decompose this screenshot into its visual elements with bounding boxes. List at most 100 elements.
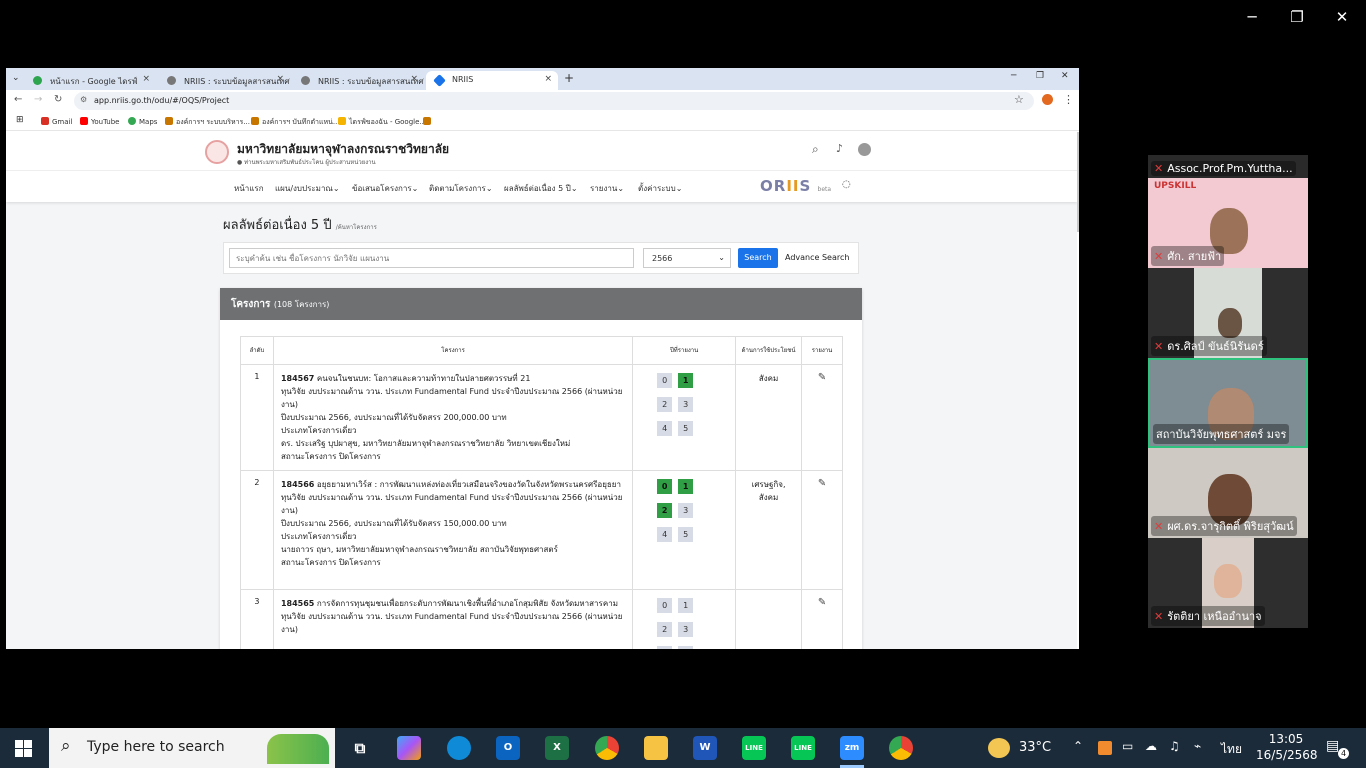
year-box[interactable]: 2 (657, 397, 673, 412)
outlook-icon[interactable]: O (496, 736, 520, 760)
minimize-button[interactable]: ─ (1232, 8, 1272, 26)
year-box[interactable]: 5 (678, 527, 694, 542)
close-tab-icon[interactable]: × (142, 74, 150, 84)
university-logo[interactable] (205, 140, 229, 164)
nav-settings[interactable]: ตั้งค่าระบบ⌄ (638, 182, 682, 195)
language-indicator[interactable]: ไทย (1221, 740, 1242, 759)
edit-icon[interactable]: ✎ (818, 597, 826, 608)
participant-tile[interactable]: ✕ รัตติยา เหนืออำนาจ (1148, 538, 1308, 628)
word-icon[interactable]: W (693, 736, 717, 760)
oriis-brand[interactable]: ORIIS beta (760, 177, 831, 195)
project-title[interactable]: การจัดการทุนชุมชนเพื่อยกระดับการพัฒนาเชิ… (317, 599, 618, 608)
year-box[interactable]: 4 (657, 646, 673, 649)
year-box[interactable]: 1 (678, 373, 694, 388)
task-view-icon[interactable]: ⧉ (348, 736, 372, 760)
tab-google-drive[interactable]: หน้าแรก - Google ไดรฟ์ × (24, 71, 156, 90)
back-icon[interactable]: ← (14, 94, 22, 105)
volume-icon[interactable]: ♫ (1169, 739, 1180, 753)
tab-nriis-2[interactable]: NRIIS : ระบบข้อมูลสารสนเทศวิจัยและ... × (292, 71, 424, 90)
zoom-icon[interactable]: zm (840, 736, 864, 760)
chrome-icon[interactable] (595, 736, 619, 760)
reload-icon[interactable]: ↻ (54, 94, 62, 105)
bookmark-gmail[interactable]: Gmail (41, 117, 72, 126)
year-box[interactable]: 5 (678, 646, 694, 649)
user-avatar-icon[interactable] (858, 143, 871, 156)
year-box[interactable]: 1 (678, 479, 694, 494)
year-box[interactable]: 2 (657, 503, 673, 518)
taskbar-search-box[interactable]: ⌕ Type here to search (49, 728, 335, 768)
nav-plan-budget[interactable]: แผน/งบประมาณ⌄ (275, 182, 340, 195)
temperature[interactable]: 33°C (1019, 740, 1051, 755)
participant-tile-active-speaker[interactable]: สถาบันวิจัยพุทธศาสตร์ มจร (1148, 358, 1308, 448)
bell-icon[interactable]: ♪ (836, 142, 843, 155)
participant-tile[interactable]: ✕ Assoc.Prof.Pm.Yuttha... (1148, 88, 1308, 178)
chevron-up-icon[interactable]: ⌃ (1073, 739, 1083, 753)
participant-tile[interactable]: ✕ ดร.ศิลป์ ขันธ์นิรันดร์ (1148, 268, 1308, 358)
network-icon[interactable]: ⌁ (1194, 739, 1201, 753)
year-box[interactable]: 0 (657, 598, 673, 613)
tab-nriis-1[interactable]: NRIIS : ระบบข้อมูลสารสนเทศวิจัยและ... × (158, 71, 290, 90)
windows-start-icon[interactable] (15, 740, 32, 757)
year-select[interactable]: 2566 ⌄ (643, 248, 731, 268)
project-title[interactable]: คนจนในชนบท: โอกาสและความท้าทายในปลายศตวร… (317, 374, 531, 383)
nav-proposal[interactable]: ข้อเสนอโครงการ⌄ (352, 182, 418, 195)
year-box[interactable]: 4 (657, 527, 673, 542)
year-box[interactable]: 1 (678, 598, 694, 613)
tray-app-icon[interactable] (1098, 741, 1112, 755)
nav-home[interactable]: หน้าแรก (234, 182, 264, 195)
browser-restore-button[interactable]: ❐ (1036, 71, 1044, 81)
excel-icon[interactable]: X (545, 736, 569, 760)
bookmark-star-icon[interactable]: ☆ (1014, 93, 1024, 106)
tab-search-button[interactable]: ⌄ (12, 73, 20, 83)
project-title[interactable]: อยุธยามหาเวิร์ส : การพัฒนาแหล่งท่องเที่ย… (317, 480, 621, 489)
bookmark-org-3[interactable] (423, 117, 434, 126)
search-button[interactable]: Search (738, 248, 778, 268)
edit-icon[interactable]: ✎ (818, 372, 826, 383)
project-code[interactable]: 184567 (281, 374, 314, 383)
advance-search-link[interactable]: Advance Search (785, 253, 849, 262)
participant-tile[interactable]: ✕ ผศ.ดร.จารุกิตติ์ พิริยสุวัฒน์ (1148, 448, 1308, 538)
line-icon-2[interactable]: LINE (791, 736, 815, 760)
project-code[interactable]: 184565 (281, 599, 314, 608)
weather-icon[interactable] (988, 738, 1010, 758)
year-box[interactable]: 0 (657, 479, 673, 494)
bookmark-org-1[interactable]: องค์การฯ ระบบบริหาร... (165, 117, 250, 128)
bookmark-youtube[interactable]: YouTube (80, 117, 119, 126)
address-bar[interactable]: ⚙ app.nriis.go.th/odu/#/OQS/Project (74, 92, 1034, 110)
onedrive-icon[interactable]: ☁ (1145, 739, 1157, 753)
bookmark-org-2[interactable]: องค์การฯ บันทึกตำแหน่... (251, 117, 340, 128)
line-icon[interactable]: LINE (742, 736, 766, 760)
profile-avatar[interactable] (1042, 94, 1053, 105)
close-tab-icon[interactable]: × (544, 74, 552, 84)
copilot-icon[interactable] (397, 736, 421, 760)
year-box[interactable]: 5 (678, 421, 694, 436)
site-info-icon[interactable]: ⚙ (80, 95, 87, 104)
clock-time[interactable]: 13:05 (1266, 732, 1306, 746)
year-box[interactable]: 4 (657, 421, 673, 436)
nav-reports[interactable]: รายงาน⌄ (590, 182, 624, 195)
close-tab-icon[interactable]: × (276, 74, 284, 84)
year-box[interactable]: 3 (678, 503, 694, 518)
bookmark-drive[interactable]: ไดรฟ์ของฉัน - Google... (338, 117, 426, 128)
file-explorer-icon[interactable] (644, 736, 668, 760)
camera-icon[interactable]: ▭ (1122, 739, 1133, 753)
nav-5year-results[interactable]: ผลลัพธ์ต่อเนื่อง 5 ปี⌄ (504, 182, 578, 195)
participant-tile[interactable]: UPSKILL ✕ ศัก. สายฟ้า (1148, 178, 1308, 268)
nav-tracking[interactable]: ติดตามโครงการ⌄ (429, 182, 493, 195)
year-box[interactable]: 0 (657, 373, 673, 388)
project-code[interactable]: 184566 (281, 480, 314, 489)
search-icon[interactable]: ⌕ (812, 142, 819, 157)
menu-icon[interactable]: ⋮ (1063, 93, 1074, 106)
edit-icon[interactable]: ✎ (818, 478, 826, 489)
scrollbar[interactable] (1077, 132, 1079, 232)
browser-close-button[interactable]: ✕ (1061, 71, 1069, 81)
close-button[interactable]: ✕ (1322, 8, 1362, 26)
tab-nriis-active[interactable]: NRIIS × (426, 71, 558, 90)
close-tab-icon[interactable]: × (410, 74, 418, 84)
forward-icon[interactable]: → (34, 94, 42, 105)
browser-minimize-button[interactable]: ─ (1011, 71, 1016, 81)
year-box[interactable]: 3 (678, 397, 694, 412)
search-input[interactable] (229, 248, 634, 268)
chrome-icon-2[interactable] (889, 736, 913, 760)
year-box[interactable]: 3 (678, 622, 694, 637)
